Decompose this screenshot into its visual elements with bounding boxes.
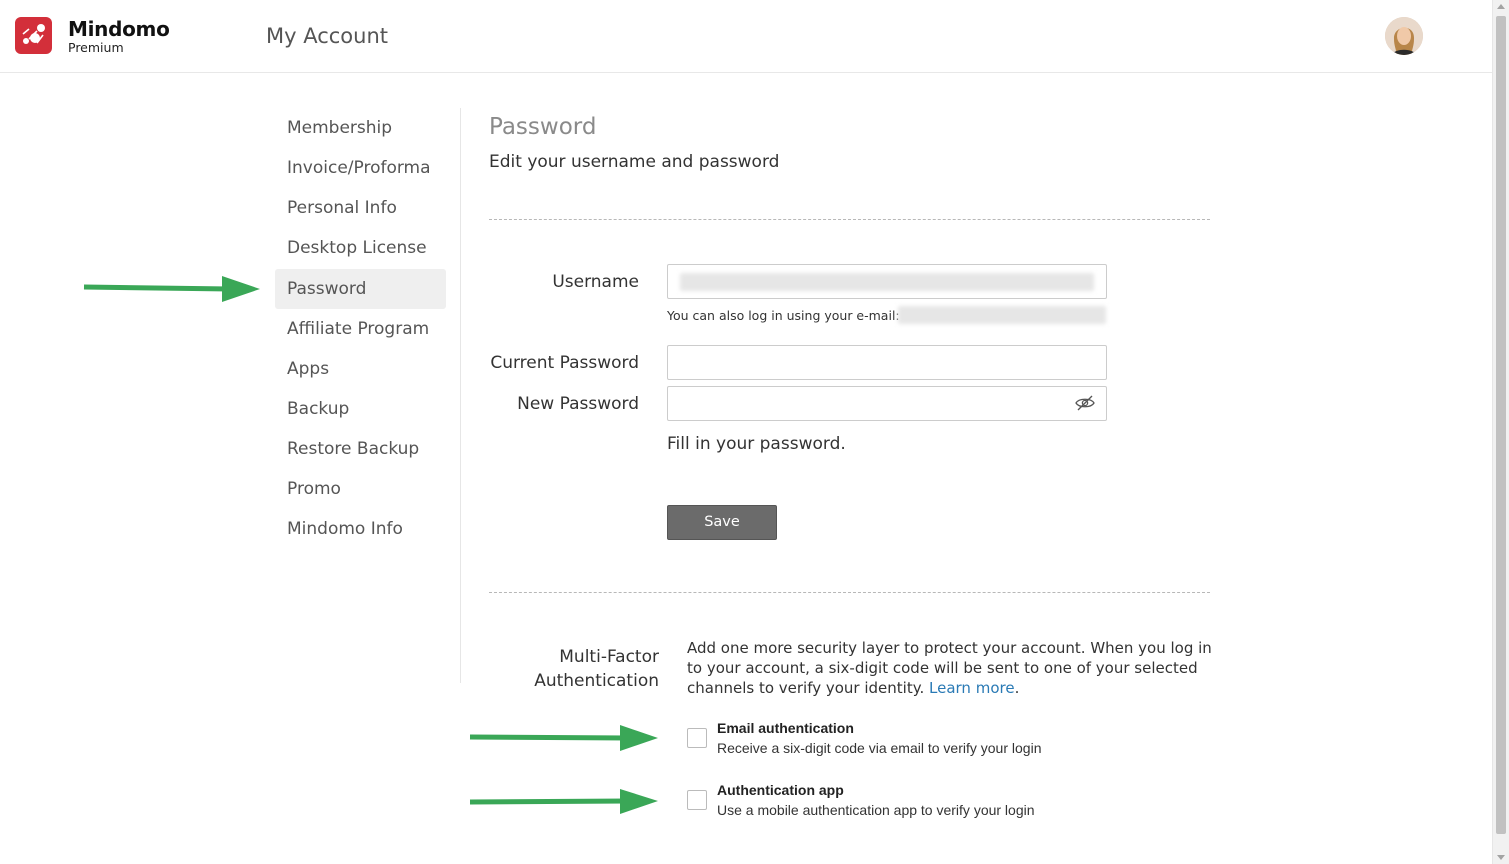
scroll-thumb[interactable] [1496, 16, 1506, 834]
sidebar-item-restore-backup[interactable]: Restore Backup [275, 429, 446, 469]
new-password-label: New Password [517, 394, 639, 414]
avatar[interactable] [1385, 17, 1423, 55]
authentication-app-description: Use a mobile authentication app to verif… [717, 802, 1035, 818]
username-redacted [680, 273, 1094, 291]
current-password-label: Current Password [490, 353, 639, 373]
learn-more-link[interactable]: Learn more [929, 679, 1015, 697]
sidebar-item-affiliate-program[interactable]: Affiliate Program [275, 309, 446, 349]
mfa-label: Multi-Factor Authentication [534, 647, 659, 691]
divider [489, 219, 1210, 220]
eye-slash-icon[interactable] [1075, 395, 1095, 411]
sidebar-item-apps[interactable]: Apps [275, 349, 446, 389]
mindomo-logo-icon[interactable] [15, 17, 52, 54]
username-hint: You can also log in using your e-mail: [667, 308, 900, 323]
authentication-app-checkbox[interactable] [687, 790, 707, 810]
annotation-arrow-icon [469, 789, 658, 814]
save-button[interactable]: Save [667, 505, 777, 540]
brand-tier: Premium [68, 40, 124, 55]
sidebar-item-invoice-proforma[interactable]: Invoice/Proforma [275, 148, 446, 188]
section-subtitle: Edit your username and password [489, 152, 780, 172]
authentication-app-title: Authentication app [717, 782, 844, 798]
brand-name: Mindomo [68, 17, 170, 41]
divider [489, 592, 1210, 593]
annotation-arrow-icon [83, 276, 260, 302]
sidebar-item-backup[interactable]: Backup [275, 389, 446, 429]
current-password-field[interactable] [667, 345, 1107, 380]
page-title: My Account [266, 24, 389, 48]
username-field[interactable] [667, 264, 1107, 299]
sidebar-item-mindomo-info[interactable]: Mindomo Info [275, 509, 446, 549]
sidebar-item-desktop-license[interactable]: Desktop License [275, 228, 446, 268]
new-password-field[interactable] [667, 386, 1107, 421]
email-authentication-checkbox[interactable] [687, 728, 707, 748]
password-hint: Fill in your password. [667, 434, 846, 454]
annotation-arrow-icon [469, 725, 658, 751]
sidebar-item-membership[interactable]: Membership [275, 108, 446, 148]
app-header: Mindomo Premium My Account [0, 0, 1492, 73]
sidebar-item-promo[interactable]: Promo [275, 469, 446, 509]
section-title: Password [489, 114, 597, 140]
email-authentication-title: Email authentication [717, 720, 854, 736]
account-sidebar: Membership Invoice/Proforma Personal Inf… [275, 108, 461, 683]
mfa-description: Add one more security layer to protect y… [687, 639, 1212, 697]
email-redacted [898, 306, 1106, 324]
username-label: Username [552, 272, 639, 292]
sidebar-item-password[interactable]: Password [275, 269, 446, 309]
scroll-up-icon[interactable] [1497, 4, 1505, 9]
scroll-down-icon[interactable] [1497, 855, 1505, 860]
sidebar-item-personal-info[interactable]: Personal Info [275, 188, 446, 228]
vertical-scrollbar[interactable] [1492, 0, 1509, 864]
email-authentication-description: Receive a six-digit code via email to ve… [717, 740, 1042, 756]
